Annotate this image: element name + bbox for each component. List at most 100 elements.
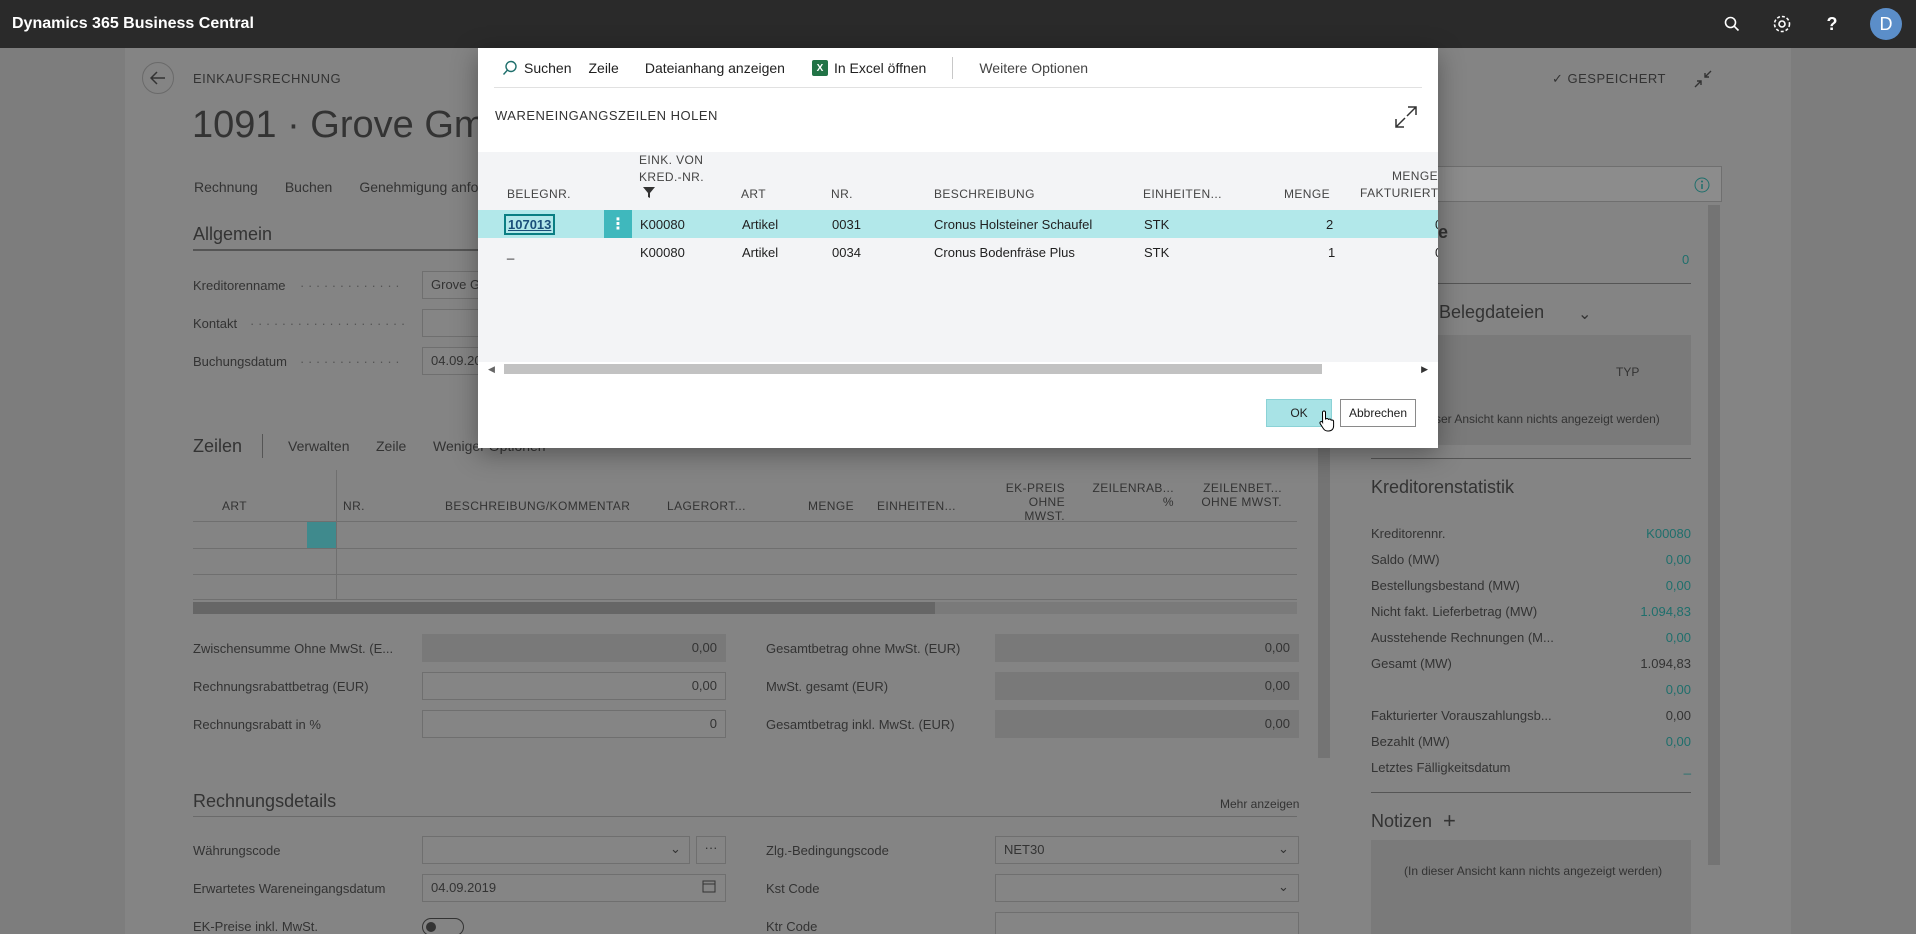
chevron-down-icon[interactable]: ⌄ [1278,879,1289,895]
row-marker[interactable] [307,522,336,548]
col-belegnr[interactable]: BELEGNR. [507,187,571,201]
lines-scrollbar-thumb[interactable] [193,602,935,614]
avatar[interactable]: D [1870,8,1902,40]
search-icon[interactable] [1720,12,1744,36]
cell-fakturiert: 0 [1435,217,1438,232]
dialog-more-options-button[interactable]: Weitere Optionen [979,60,1088,76]
stat-value: 0,00 [1665,708,1691,723]
rechnungsrabatt-field[interactable]: 0 [422,710,726,738]
wareneingang-field[interactable]: 04.09.2019 [422,874,726,902]
chevron-down-icon[interactable]: ⌄ [1578,304,1591,324]
kst-field[interactable] [995,874,1299,902]
table-row[interactable] [193,548,1297,574]
col-beschreibung[interactable]: BESCHREIBUNG/KOMMENTAR [445,499,630,513]
scroll-left-icon[interactable]: ◀ [488,364,495,375]
stat-value[interactable]: 0,00 [1666,552,1691,567]
dialog-excel-button[interactable]: X In Excel öffnen [811,60,926,76]
mehr-anzeigen-link[interactable]: Mehr anzeigen [1220,797,1299,811]
row-menu-icon[interactable]: ⋮ [604,210,632,238]
filter-icon[interactable] [643,186,655,201]
section-zeilen[interactable]: Zeilen [193,436,242,457]
expand-icon[interactable] [1394,105,1418,129]
section-allgemein[interactable]: Allgemein [193,224,272,245]
table-row[interactable]: _ K00080 Artikel 0034 Cronus Bodenfräse … [478,238,1438,266]
zlg-field[interactable]: NET30 [995,836,1299,864]
col-zeilenbet[interactable]: ZEILENBET... OHNE MWST. [1198,481,1282,509]
section-divider [193,816,1297,817]
dialog-attachment-button[interactable]: Dateianhang anzeigen [645,60,785,76]
dots: · · · · · · · · · · · · · [300,354,400,369]
lines-action-zeile[interactable]: Zeile [376,438,406,454]
ekpreise-toggle[interactable] [422,918,464,934]
cancel-button[interactable]: Abbrechen [1340,399,1416,427]
stat-value[interactable]: 1.094,83 [1640,604,1691,619]
app-title[interactable]: Dynamics 365 Business Central [12,15,254,33]
stat-value[interactable]: 0,00 [1666,734,1691,749]
col-nr[interactable]: NR. [343,499,365,513]
col-ekpreis[interactable]: EK-PREIS OHNE MWST. [990,481,1065,523]
col-beschreibung[interactable]: BESCHREIBUNG [934,187,1035,201]
col-art[interactable]: ART [222,499,247,513]
notizen-heading[interactable]: Notizen [1371,811,1432,832]
rechnungsrabattbetrag-field[interactable]: 0,00 [422,672,726,700]
dialog-zeile-label: Zeile [588,60,619,76]
section-underline [193,249,493,251]
kst-label: Kst Code [766,881,820,896]
factbox-count[interactable]: 0 [1682,252,1689,267]
back-button[interactable] [142,62,174,94]
col-eink-2[interactable]: KRED.-NR. [639,170,704,184]
col-zeilenrab-1: ZEILENRAB... [1092,481,1174,495]
buchungsdatum-field[interactable]: 04.09.20 [422,347,482,375]
col-einheiten[interactable]: EINHEITEN... [1143,187,1222,201]
buchungsdatum-label: Buchungsdatum [193,354,287,369]
chevron-down-icon[interactable]: ⌄ [1278,841,1289,857]
help-icon[interactable]: ? [1820,12,1844,36]
kreditorenstatistik-heading[interactable]: Kreditorenstatistik [1371,477,1514,498]
stat-value[interactable]: 0,00 [1666,682,1691,697]
section-rechnungsdetails[interactable]: Rechnungsdetails [193,791,336,812]
table-row[interactable]: 107013 ⋮ K00080 Artikel 0031 Cronus Hols… [478,210,1438,238]
factbox-scrollbar[interactable] [1708,205,1720,865]
col-nr[interactable]: NR. [831,187,853,201]
action-buchen[interactable]: Buchen [285,179,332,195]
col-einheiten[interactable]: EINHEITEN... [877,499,956,513]
stat-value[interactable]: 0,00 [1666,630,1691,645]
info-icon[interactable] [1694,177,1710,196]
kontakt-field[interactable] [422,309,482,337]
dialog-title: WARENEINGANGSZEILEN HOLEN [495,108,718,123]
stat-value[interactable]: _ [1684,760,1691,775]
add-note-icon[interactable]: + [1443,808,1456,834]
collapse-icon[interactable] [1694,70,1712,93]
table-row[interactable] [193,574,1297,600]
waehrungscode-field[interactable] [422,836,690,864]
col-lagerort[interactable]: LAGERORT... [667,499,746,513]
scroll-right-icon[interactable]: ▶ [1421,364,1428,375]
stat-value[interactable]: 0,00 [1666,578,1691,593]
col-menge-fakt-1[interactable]: MENGE [1392,169,1438,183]
calendar-icon[interactable] [702,879,716,896]
more-icon[interactable]: ··· [696,836,726,864]
gesamt-inkl-label: Gesamtbetrag inkl. MwSt. (EUR) [766,717,955,732]
action-rechnung[interactable]: Rechnung [194,179,258,195]
action-genehmigung[interactable]: Genehmigung anfo [359,179,478,195]
dialog-toolbar: Suchen Zeile Dateianhang anzeigen X In E… [478,48,1438,88]
lines-action-verwalten[interactable]: Verwalten [288,438,349,454]
scrollbar-thumb[interactable] [504,364,1322,374]
col-menge[interactable]: MENGE [1284,187,1330,201]
settings-icon[interactable] [1770,12,1794,36]
dialog-zeile-button[interactable]: Zeile [588,60,618,76]
gesamt-ohne-value: 0,00 [995,634,1299,662]
col-zeilenrab[interactable]: ZEILENRAB...% [1090,481,1174,509]
col-eink-1[interactable]: EINK. VON [639,153,703,167]
kreditorenname-field[interactable]: Grove G [422,271,482,299]
ktr-field[interactable] [995,912,1299,934]
grid-horizontal-scrollbar[interactable]: ◀ ▶ [484,362,1432,376]
stat-value[interactable]: K00080 [1646,526,1691,541]
col-art[interactable]: ART [741,187,766,201]
table-row[interactable] [193,521,1297,547]
belegnr-link[interactable]: 107013 [504,214,555,235]
dialog-search-button[interactable]: Suchen [502,60,571,76]
chevron-down-icon[interactable]: ⌄ [670,841,681,857]
col-menge[interactable]: MENGE [808,499,854,513]
col-menge-fakt-2[interactable]: FAKTURIERT [1360,186,1438,200]
